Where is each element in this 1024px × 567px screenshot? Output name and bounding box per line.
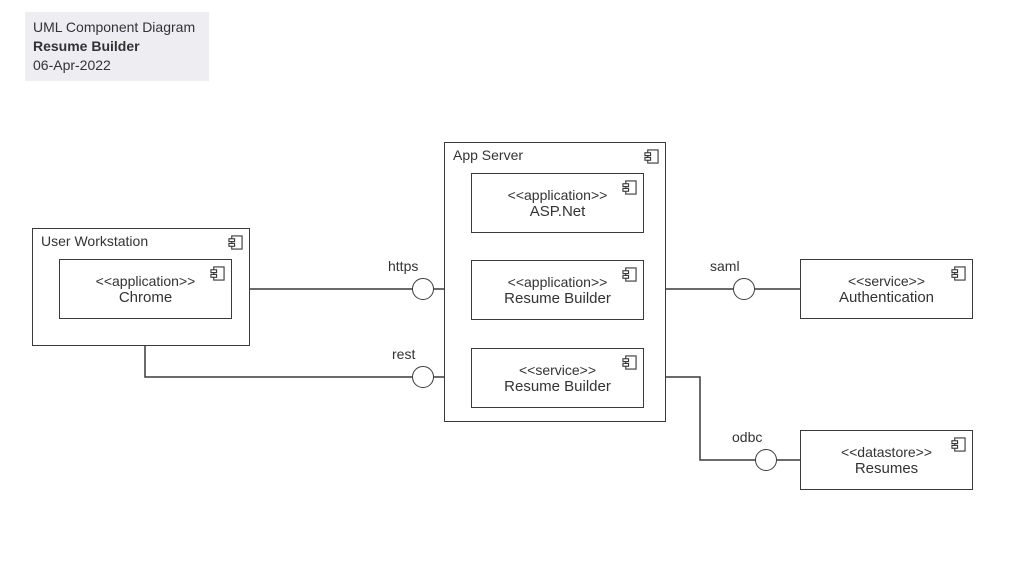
component-aspnet: <<application>> ASP.Net [471,173,644,233]
component-icon [622,267,637,282]
component-resume-builder-service: <<service>> Resume Builder [471,348,644,408]
component-icon [644,149,659,164]
node-title: User Workstation [41,233,148,249]
stereotype-label: <<application>> [96,273,196,289]
interface-label-saml: saml [710,258,740,274]
component-icon [210,266,225,281]
node-app-server: App Server <<application>> ASP.Net <<app… [444,142,666,422]
interface-port-saml [733,278,755,300]
interface-port-rest [412,366,434,388]
component-name: Authentication [839,289,934,306]
component-name: Resumes [855,460,918,477]
component-chrome: <<application>> Chrome [59,259,232,319]
component-icon [622,180,637,195]
interface-label-https: https [388,258,418,274]
component-authentication: <<service>> Authentication [800,259,973,319]
diagram-title-box: UML Component Diagram Resume Builder 06-… [25,12,209,81]
component-icon [622,355,637,370]
stereotype-label: <<application>> [508,274,608,290]
node-title: App Server [453,147,523,163]
component-icon [951,266,966,281]
diagram-date-label: 06-Apr-2022 [33,56,195,75]
component-resumes: <<datastore>> Resumes [800,430,973,490]
component-name: Resume Builder [504,378,611,395]
interface-label-odbc: odbc [732,429,762,445]
stereotype-label: <<datastore>> [841,444,932,460]
stereotype-label: <<application>> [508,187,608,203]
component-icon [951,437,966,452]
component-name: ASP.Net [530,203,586,220]
diagram-name-label: Resume Builder [33,37,195,56]
stereotype-label: <<service>> [848,273,925,289]
component-name: Resume Builder [504,290,611,307]
stereotype-label: <<service>> [519,362,596,378]
interface-port-https [412,278,434,300]
component-resume-builder-app: <<application>> Resume Builder [471,260,644,320]
interface-port-odbc [755,449,777,471]
component-icon [228,235,243,250]
component-name: Chrome [119,289,172,306]
diagram-type-label: UML Component Diagram [33,18,195,37]
node-user-workstation: User Workstation <<application>> Chrome [32,228,250,346]
interface-label-rest: rest [392,346,415,362]
